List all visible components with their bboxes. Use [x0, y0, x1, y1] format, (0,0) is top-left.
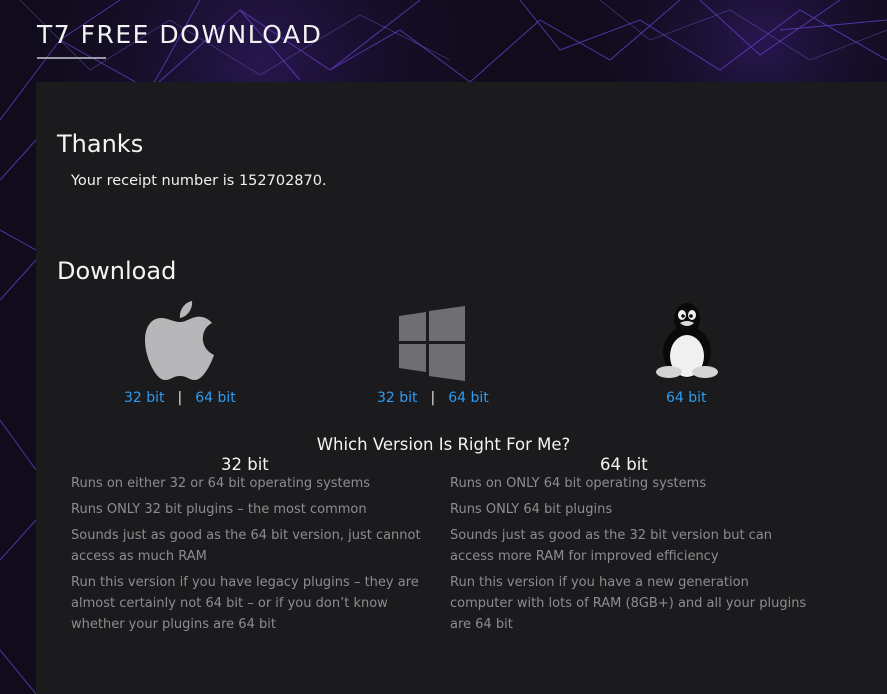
note-64bit-item: Runs on ONLY 64 bit operating systems	[450, 476, 707, 491]
platform-linux	[650, 302, 724, 380]
note-64bit-item: Run this version if you have a new gener…	[450, 575, 807, 632]
windows-32bit-link[interactable]: 32 bit	[377, 390, 418, 406]
mac-64bit-link[interactable]: 64 bit	[195, 390, 236, 406]
thanks-heading: Thanks	[57, 130, 144, 158]
download-heading: Download	[57, 257, 177, 285]
title-underline	[37, 57, 106, 59]
linux-download-links: 64 bit	[666, 390, 707, 406]
apple-icon	[145, 301, 214, 380]
windows-download-links: 32 bit | 64 bit	[377, 390, 489, 406]
mac-32bit-link[interactable]: 32 bit	[124, 390, 165, 406]
note-32bit-item: Runs on either 32 or 64 bit operating sy…	[71, 476, 371, 491]
mac-download-links: 32 bit | 64 bit	[124, 390, 236, 406]
platform-windows	[393, 306, 469, 382]
note-64bit-item: Runs ONLY 64 bit plugins	[450, 502, 613, 517]
linux-64bit-link[interactable]: 64 bit	[666, 390, 707, 406]
col-32bit-title: 32 bit	[221, 455, 269, 474]
page-title: T7 FREE DOWNLOAD	[37, 20, 323, 49]
col-64bit-title: 64 bit	[600, 455, 648, 474]
linux-tux-icon	[656, 303, 718, 378]
note-64bit-item: Sounds just as good as the 32 bit versio…	[450, 528, 773, 564]
note-32bit-item: Sounds just as good as the 64 bit versio…	[71, 528, 421, 564]
which-version-heading: Which Version Is Right For Me?	[316, 435, 571, 454]
receipt-number-text: Your receipt number is 152702870.	[71, 173, 327, 189]
note-32bit-item: Runs ONLY 32 bit plugins – the most comm…	[71, 502, 367, 517]
link-separator: |	[430, 390, 436, 406]
windows-64bit-link[interactable]: 64 bit	[448, 390, 489, 406]
platform-mac	[140, 296, 220, 382]
notes-32bit-list: Runs on either 32 or 64 bit operating sy…	[71, 473, 426, 640]
link-separator: |	[177, 390, 183, 406]
note-32bit-item: Run this version if you have legacy plug…	[71, 575, 419, 632]
windows-icon	[399, 306, 465, 381]
notes-64bit-list: Runs on ONLY 64 bit operating systems Ru…	[450, 473, 810, 640]
